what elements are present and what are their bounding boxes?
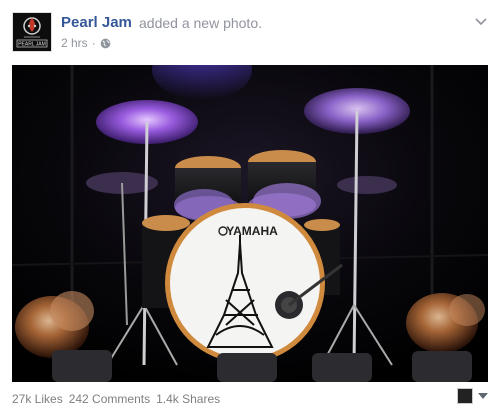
- shares-count[interactable]: 1.4k Shares: [156, 392, 220, 406]
- meta-separator: ·: [91, 36, 96, 50]
- post-meta: 2 hrs ·: [61, 36, 111, 50]
- post-photo[interactable]: YAMAHA: [12, 65, 488, 382]
- viewer-selector[interactable]: [457, 388, 488, 404]
- post-action-text: added a new photo.: [139, 15, 262, 31]
- likes-count[interactable]: 27k Likes: [12, 392, 63, 406]
- yamaha-logo-text: YAMAHA: [226, 224, 278, 238]
- page-name-link[interactable]: Pearl Jam: [61, 14, 132, 31]
- post-options-button[interactable]: [472, 12, 490, 30]
- chevron-down-icon: [475, 18, 487, 26]
- pearl-jam-logo-icon: PEARL JAM: [13, 13, 51, 51]
- globe-icon[interactable]: [100, 38, 111, 49]
- post-header: PEARL JAM Pearl Jam added a new photo. 2…: [12, 12, 490, 56]
- avatar-text: PEARL JAM: [18, 42, 46, 48]
- post-stats: 27k Likes 242 Comments 1.4k Shares: [12, 388, 488, 408]
- page-avatar[interactable]: PEARL JAM: [12, 12, 52, 52]
- profile-thumbnail-icon: [457, 388, 473, 404]
- comments-count[interactable]: 242 Comments: [69, 392, 150, 406]
- drum-kit-photo: YAMAHA: [12, 65, 488, 382]
- post-timestamp[interactable]: 2 hrs: [61, 36, 88, 50]
- facebook-post: PEARL JAM Pearl Jam added a new photo. 2…: [0, 0, 500, 418]
- caret-down-icon: [478, 393, 488, 399]
